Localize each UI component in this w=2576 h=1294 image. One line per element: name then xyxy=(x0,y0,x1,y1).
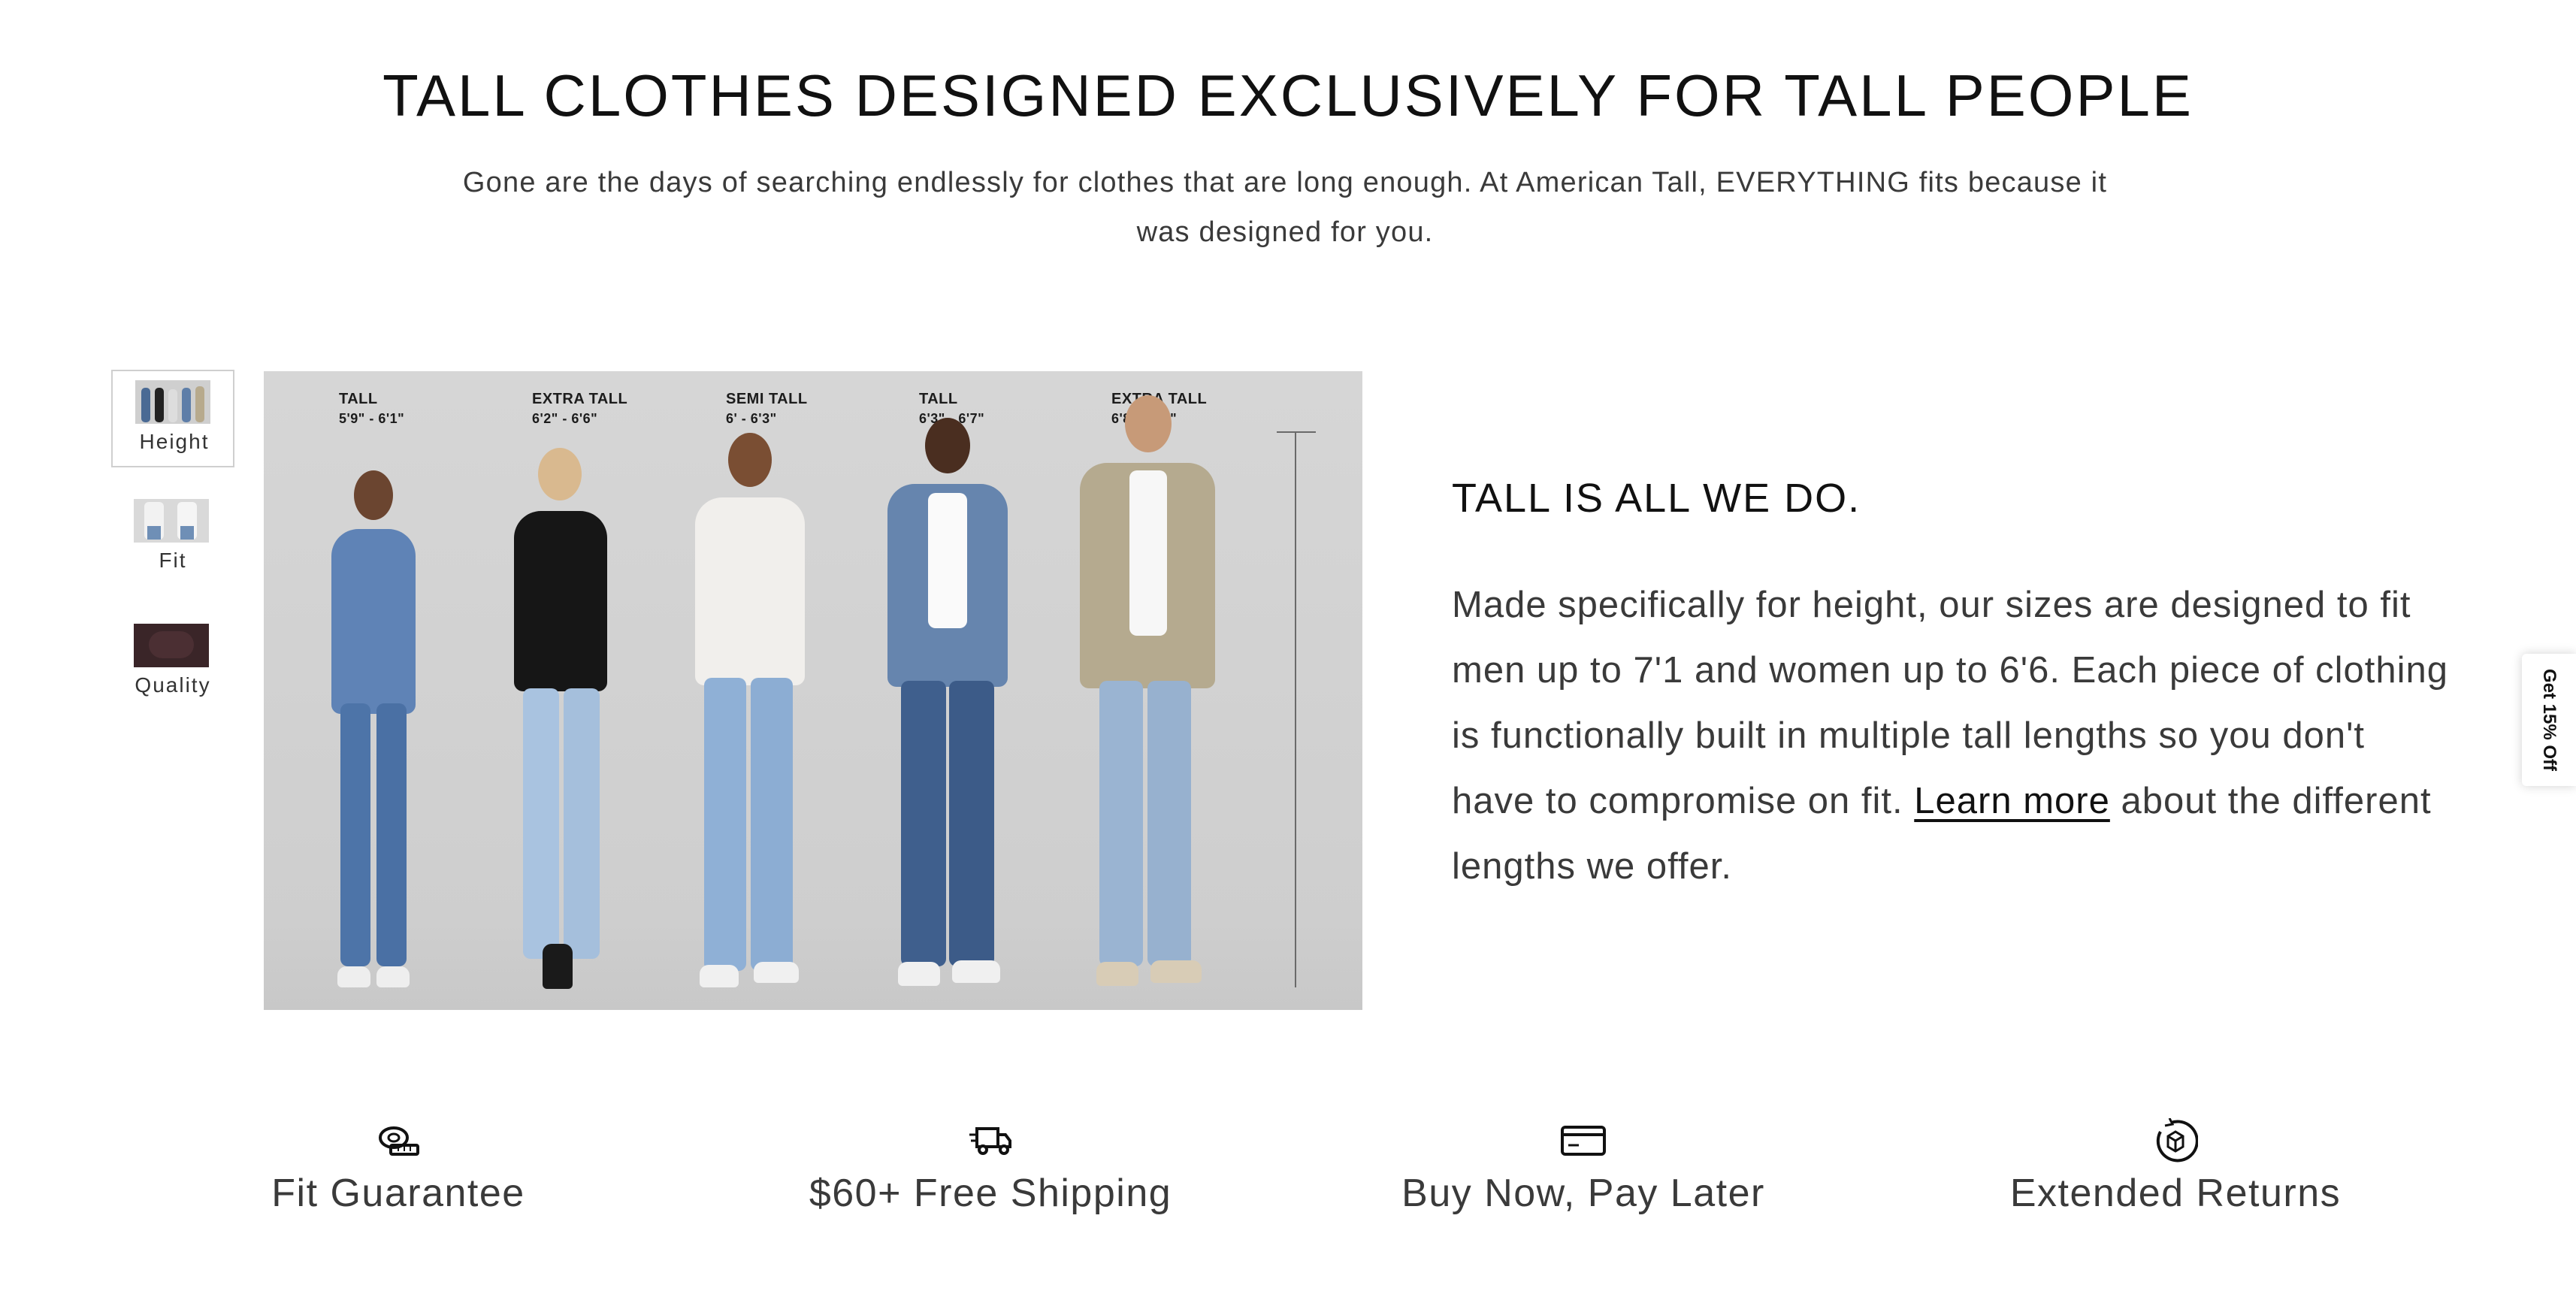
model-figure xyxy=(485,448,636,996)
section-description: Made specifically for height, our sizes … xyxy=(1452,573,2451,899)
thumbnail-fit[interactable]: Fit xyxy=(111,499,234,582)
thumbnail-image xyxy=(134,624,209,667)
thumbnail-image xyxy=(134,499,209,543)
model-figure xyxy=(1060,395,1233,996)
page-subtitle: Gone are the days of searching endlessly… xyxy=(462,167,2108,248)
return-box-icon xyxy=(2156,1118,2198,1162)
section-tagline: TALL IS ALL WE DO. xyxy=(1452,476,1861,521)
measuring-tape-icon xyxy=(379,1126,419,1156)
feature-label: Extended Returns xyxy=(2009,1172,2342,1215)
model-figure xyxy=(865,418,1030,996)
model-figure xyxy=(670,433,827,996)
feature-label: Fit Guarantee xyxy=(271,1172,525,1215)
learn-more-link[interactable]: Learn more xyxy=(1914,781,2110,821)
credit-card-icon xyxy=(1561,1126,1606,1156)
feature-label: $60+ Free Shipping xyxy=(809,1172,1172,1215)
height-chart-image: TALL 5'9" - 6'1" EXTRA TALL 6'2" - 6'6" … xyxy=(264,371,1362,1010)
thumbnail-label: Height xyxy=(139,430,210,453)
size-label: TALL 5'9" - 6'1" xyxy=(339,391,405,426)
thumbnail-label: Quality xyxy=(135,673,211,697)
thumbnail-quality[interactable]: Quality xyxy=(111,624,234,706)
thumbnail-image xyxy=(135,380,210,424)
page-title: TALL CLOTHES DESIGNED EXCLUSIVELY FOR TA… xyxy=(382,62,2194,128)
size-label: EXTRA TALL 6'2" - 6'6" xyxy=(532,391,628,426)
model-figure xyxy=(301,470,437,996)
feature-label: Buy Now, Pay Later xyxy=(1401,1172,1765,1215)
height-scale-cap xyxy=(1277,431,1316,433)
thumbnail-label: Fit xyxy=(159,549,187,572)
discount-tab-label: Get 15% Off xyxy=(2539,668,2559,772)
discount-side-tab[interactable]: Get 15% Off xyxy=(2522,654,2576,786)
height-scale-line xyxy=(1295,431,1296,987)
delivery-truck-icon xyxy=(969,1127,1011,1155)
thumbnail-height[interactable]: Height xyxy=(111,370,234,467)
size-label: SEMI TALL 6' - 6'3" xyxy=(726,391,808,426)
